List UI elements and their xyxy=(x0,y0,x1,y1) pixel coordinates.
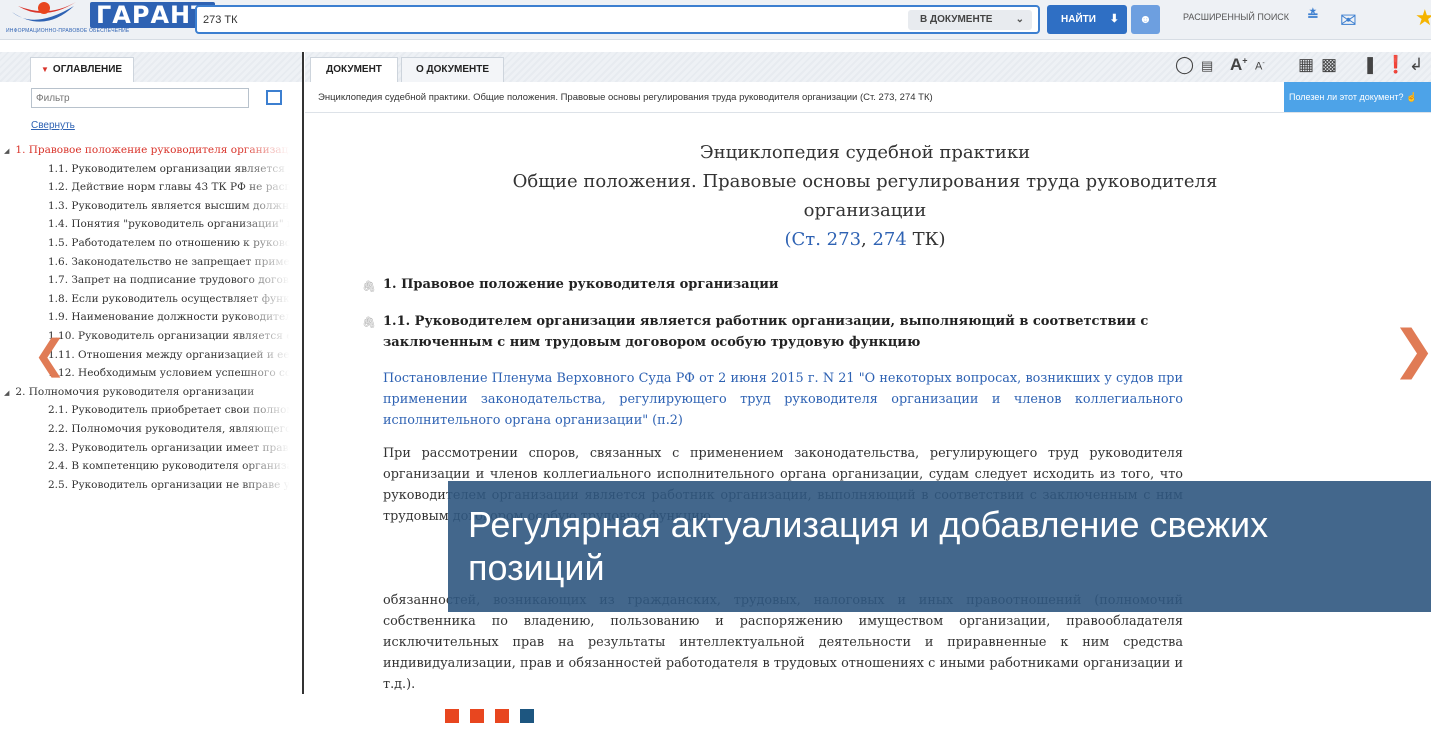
filter-checkbox[interactable] xyxy=(266,90,282,105)
tab-about-document[interactable]: О ДОКУМЕНТЕ xyxy=(401,57,504,82)
back-arrow-icon[interactable]: ↲ xyxy=(1409,55,1423,75)
document-path: Энциклопедия судебной практики. Общие по… xyxy=(318,92,933,103)
toc-fade xyxy=(240,140,302,560)
resolution-link[interactable]: Постановление Пленума Верховного Суда РФ… xyxy=(383,368,1183,431)
lightbulb-icon[interactable]: ◯ xyxy=(1175,55,1194,75)
logo-emblem-icon xyxy=(12,2,76,22)
chevron-right-icon[interactable]: ❯ xyxy=(1392,320,1431,380)
banner-text: Регулярная актуализация и добавление све… xyxy=(468,504,1269,588)
carousel-dot[interactable] xyxy=(520,709,534,723)
triangle-down-icon: ▼ xyxy=(41,65,49,74)
carousel-dot[interactable] xyxy=(470,709,484,723)
title-sep: , xyxy=(861,229,873,250)
paperclip-icon[interactable]: 🖇 xyxy=(362,316,376,329)
star-icon[interactable]: ★ xyxy=(1415,5,1431,31)
search-box: В ДОКУМЕНТЕ ⌄ xyxy=(195,5,1040,34)
right-tab-bar: ДОКУМЕНТ О ДОКУМЕНТЕ ◯ ▤ A+ A- ▦ ▩ ❚ ❗ ↲ xyxy=(305,52,1431,82)
tab-toc[interactable]: ▼ ОГЛАВЛЕНИЕ xyxy=(30,57,134,82)
advanced-search-link[interactable]: РАСШИРЕННЫЙ ПОИСК xyxy=(1183,12,1289,22)
section-1-heading[interactable]: 1. Правовое положение руководителя орган… xyxy=(383,274,778,295)
tab-toc-label: ОГЛАВЛЕНИЕ xyxy=(52,64,123,75)
left-tab-bar: ▼ ОГЛАВЛЕНИЕ xyxy=(0,52,303,82)
garant-logo[interactable]: ГАРАНТ ИНФОРМАЦИОННО-ПРАВОВОЕ ОБЕСПЕЧЕНИ… xyxy=(4,0,215,38)
panel-splitter[interactable] xyxy=(302,52,304,694)
find-label: НАЙТИ xyxy=(1061,14,1096,25)
title-paren-open: ( xyxy=(784,229,792,250)
divider xyxy=(305,112,1431,113)
promo-banner: Регулярная актуализация и добавление све… xyxy=(448,481,1431,612)
top-bar: ГАРАНТ ИНФОРМАЦИОННО-ПРАВОВОЕ ОБЕСПЕЧЕНИ… xyxy=(0,0,1431,40)
hand-icon: ☝ xyxy=(1405,92,1418,102)
section-1-1-line2: заключенным с ним трудовым договором осо… xyxy=(383,335,921,350)
section-1-1-line1: 1.1. Руководителем организации является … xyxy=(383,314,1149,329)
font-decrease-icon[interactable]: A- xyxy=(1255,60,1265,73)
doc-title-1: Энциклопедия судебной практики xyxy=(699,142,1031,163)
doc-title-3: организации xyxy=(803,200,927,221)
print-icon[interactable]: ▩ xyxy=(1321,55,1337,75)
collapse-link[interactable]: Свернуть xyxy=(31,120,75,131)
article-273-link[interactable]: Ст. 273 xyxy=(792,229,862,250)
save-icon[interactable]: ▦ xyxy=(1298,55,1314,75)
useful-label: Полезен ли этот документ? xyxy=(1289,92,1404,102)
doc-title-4: (Ст. 273, 274 ТК) xyxy=(305,229,1425,250)
scope-label: В ДОКУМЕНТЕ xyxy=(920,14,993,25)
carousel-dot[interactable] xyxy=(495,709,509,723)
article-274-link[interactable]: 274 xyxy=(872,229,906,250)
double-chevron-down-icon[interactable]: ≛ xyxy=(1307,7,1319,24)
expand-caret-icon[interactable]: ◢ xyxy=(4,147,9,155)
filter-input[interactable] xyxy=(31,88,249,108)
eye-glasses-icon[interactable]: ▤ xyxy=(1201,58,1213,74)
title-close: ТК) xyxy=(906,229,946,250)
chevron-left-icon[interactable]: ❮ xyxy=(33,332,67,378)
font-increase-icon[interactable]: A+ xyxy=(1230,55,1248,75)
find-button[interactable]: НАЙТИ ⬇ xyxy=(1047,5,1127,34)
bookmark-icon[interactable]: ❚ xyxy=(1363,55,1377,75)
scope-select[interactable]: В ДОКУМЕНТЕ ⌄ xyxy=(908,10,1032,30)
expand-caret-icon[interactable]: ◢ xyxy=(4,389,9,397)
toc-section[interactable]: ◢ 2. Полномочия руководителя организации xyxy=(4,386,254,398)
useful-feedback-button[interactable]: Полезен ли этот документ? ☝ xyxy=(1284,82,1431,112)
search-input[interactable] xyxy=(203,10,903,30)
chevron-down-icon: ⌄ xyxy=(1015,14,1024,25)
info-icon[interactable]: ❗ xyxy=(1385,55,1406,75)
arrow-down-icon: ⬇ xyxy=(1109,13,1119,25)
logo-subtitle: ИНФОРМАЦИОННО-ПРАВОВОЕ ОБЕСПЕЧЕНИЕ xyxy=(6,28,130,34)
section-1-1-heading[interactable]: 1.1. Руководителем организации является … xyxy=(383,311,1183,353)
toc-item-label: 2. Полномочия руководителя организации xyxy=(15,385,255,398)
tab-document[interactable]: ДОКУМЕНТ xyxy=(310,57,398,82)
paperclip-icon[interactable]: 🖇 xyxy=(362,280,376,293)
carousel-dot[interactable] xyxy=(445,709,459,723)
doc-title-2: Общие положения. Правовые основы регулир… xyxy=(512,171,1218,192)
mail-icon[interactable]: ✉ xyxy=(1340,8,1368,32)
user-icon[interactable]: ☻ xyxy=(1131,5,1160,34)
